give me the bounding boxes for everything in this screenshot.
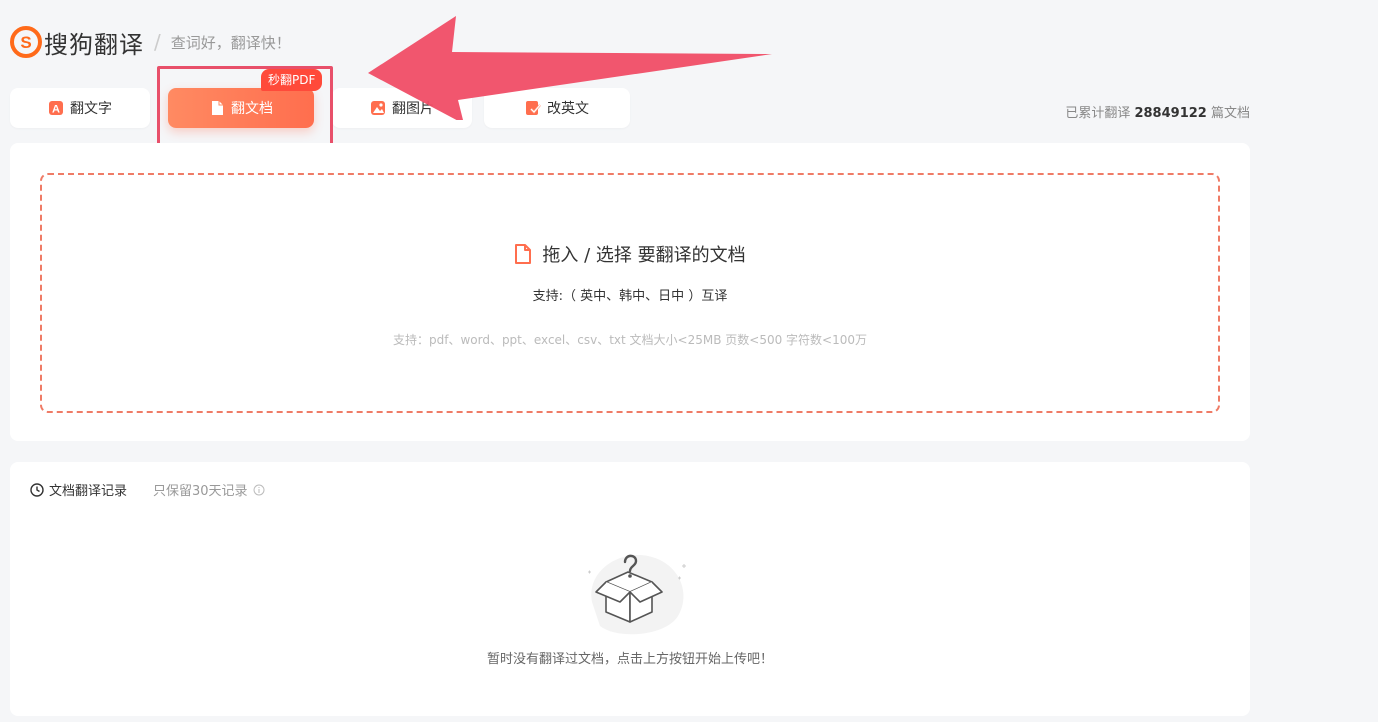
supported-formats: 支持：pdf、word、ppt、excel、csv、txt 文档大小<25MB … — [392, 333, 867, 347]
annotation-highlight-box — [157, 66, 333, 151]
drop-title-text: 拖入 / 选择 要翻译的文档 — [542, 245, 746, 266]
clock-icon — [30, 482, 44, 497]
stats-count: 28849122 — [1134, 106, 1207, 121]
sogou-logo-icon[interactable]: S — [10, 26, 42, 58]
annotation-arrow-icon — [368, 16, 772, 120]
logo-text[interactable]: 搜狗翻译 — [44, 25, 144, 60]
text-translate-icon: A — [48, 100, 64, 116]
drop-title: 拖入 / 选择 要翻译的文档 — [42, 241, 1218, 267]
svg-text:A: A — [52, 104, 60, 116]
header: S 搜狗翻译 / 查词好，翻译快！ — [10, 22, 291, 62]
slogan: 查词好，翻译快！ — [170, 33, 291, 52]
stats-suffix: 篇文档 — [1210, 106, 1250, 121]
tab-label: 翻文字 — [70, 101, 112, 117]
upload-panel: 拖入 / 选择 要翻译的文档 支持:（ 英中、韩中、日中 ）互译 支持：pdf、… — [10, 143, 1250, 441]
history-retention-note: 只保留30天记录 — [153, 484, 248, 499]
document-drop-zone[interactable]: 拖入 / 选择 要翻译的文档 支持:（ 英中、韩中、日中 ）互译 支持：pdf、… — [40, 173, 1220, 413]
empty-history-message: 暂时没有翻译过文档，点击上方按钮开始上传吧！ — [486, 652, 773, 667]
history-title: 文档翻译记录 — [49, 484, 128, 499]
translation-stats: 已累计翻译 28849122 篇文档 — [1065, 102, 1250, 121]
empty-box-icon — [578, 542, 694, 646]
info-icon — [253, 484, 265, 495]
logo-separator: / — [154, 30, 161, 54]
supported-languages: 支持:（ 英中、韩中、日中 ）互译 — [532, 289, 728, 304]
stats-prefix: 已累计翻译 — [1065, 106, 1131, 121]
history-header: 文档翻译记录 只保留30天记录 — [30, 480, 265, 499]
file-upload-icon — [515, 244, 532, 264]
svg-text:S: S — [20, 33, 31, 52]
history-panel: 文档翻译记录 只保留30天记录 暂时没有翻译过文档，点击上方按钮开始上传吧！ — [10, 462, 1250, 716]
tab-translate-text[interactable]: A 翻文字 — [10, 88, 150, 128]
